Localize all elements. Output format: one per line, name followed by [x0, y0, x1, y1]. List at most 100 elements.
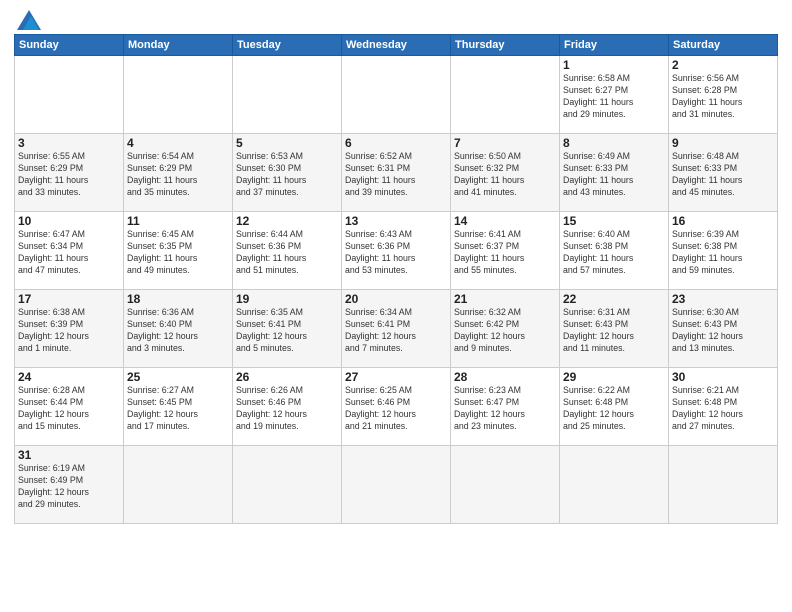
day-cell: 15Sunrise: 6:40 AM Sunset: 6:38 PM Dayli… — [560, 212, 669, 290]
day-number: 23 — [672, 292, 774, 306]
day-info: Sunrise: 6:53 AM Sunset: 6:30 PM Dayligh… — [236, 151, 338, 199]
day-number: 1 — [563, 58, 665, 72]
page: SundayMondayTuesdayWednesdayThursdayFrid… — [0, 0, 792, 612]
day-number: 22 — [563, 292, 665, 306]
weekday-header-row: SundayMondayTuesdayWednesdayThursdayFrid… — [15, 35, 778, 56]
weekday-header-thursday: Thursday — [451, 35, 560, 56]
day-number: 13 — [345, 214, 447, 228]
logo-area — [14, 10, 41, 30]
day-info: Sunrise: 6:43 AM Sunset: 6:36 PM Dayligh… — [345, 229, 447, 277]
day-cell: 28Sunrise: 6:23 AM Sunset: 6:47 PM Dayli… — [451, 368, 560, 446]
day-cell: 7Sunrise: 6:50 AM Sunset: 6:32 PM Daylig… — [451, 134, 560, 212]
day-info: Sunrise: 6:48 AM Sunset: 6:33 PM Dayligh… — [672, 151, 774, 199]
weekday-header-monday: Monday — [124, 35, 233, 56]
day-info: Sunrise: 6:35 AM Sunset: 6:41 PM Dayligh… — [236, 307, 338, 355]
day-number: 21 — [454, 292, 556, 306]
day-cell: 26Sunrise: 6:26 AM Sunset: 6:46 PM Dayli… — [233, 368, 342, 446]
day-info: Sunrise: 6:26 AM Sunset: 6:46 PM Dayligh… — [236, 385, 338, 433]
day-cell — [451, 446, 560, 524]
day-cell: 4Sunrise: 6:54 AM Sunset: 6:29 PM Daylig… — [124, 134, 233, 212]
day-cell: 14Sunrise: 6:41 AM Sunset: 6:37 PM Dayli… — [451, 212, 560, 290]
day-cell — [342, 446, 451, 524]
day-cell — [669, 446, 778, 524]
day-info: Sunrise: 6:31 AM Sunset: 6:43 PM Dayligh… — [563, 307, 665, 355]
day-info: Sunrise: 6:52 AM Sunset: 6:31 PM Dayligh… — [345, 151, 447, 199]
day-info: Sunrise: 6:40 AM Sunset: 6:38 PM Dayligh… — [563, 229, 665, 277]
day-info: Sunrise: 6:39 AM Sunset: 6:38 PM Dayligh… — [672, 229, 774, 277]
day-number: 30 — [672, 370, 774, 384]
day-info: Sunrise: 6:28 AM Sunset: 6:44 PM Dayligh… — [18, 385, 120, 433]
day-info: Sunrise: 6:45 AM Sunset: 6:35 PM Dayligh… — [127, 229, 229, 277]
week-row-4: 17Sunrise: 6:38 AM Sunset: 6:39 PM Dayli… — [15, 290, 778, 368]
day-number: 24 — [18, 370, 120, 384]
day-cell — [124, 446, 233, 524]
day-info: Sunrise: 6:41 AM Sunset: 6:37 PM Dayligh… — [454, 229, 556, 277]
day-number: 11 — [127, 214, 229, 228]
day-cell: 3Sunrise: 6:55 AM Sunset: 6:29 PM Daylig… — [15, 134, 124, 212]
calendar-table: SundayMondayTuesdayWednesdayThursdayFrid… — [14, 34, 778, 524]
day-info: Sunrise: 6:55 AM Sunset: 6:29 PM Dayligh… — [18, 151, 120, 199]
week-row-1: 1Sunrise: 6:58 AM Sunset: 6:27 PM Daylig… — [15, 56, 778, 134]
day-number: 6 — [345, 136, 447, 150]
day-cell — [560, 446, 669, 524]
day-info: Sunrise: 6:44 AM Sunset: 6:36 PM Dayligh… — [236, 229, 338, 277]
day-number: 16 — [672, 214, 774, 228]
day-number: 3 — [18, 136, 120, 150]
day-number: 7 — [454, 136, 556, 150]
day-cell: 16Sunrise: 6:39 AM Sunset: 6:38 PM Dayli… — [669, 212, 778, 290]
day-cell: 8Sunrise: 6:49 AM Sunset: 6:33 PM Daylig… — [560, 134, 669, 212]
day-cell: 30Sunrise: 6:21 AM Sunset: 6:48 PM Dayli… — [669, 368, 778, 446]
logo — [14, 10, 41, 30]
day-number: 15 — [563, 214, 665, 228]
day-cell: 20Sunrise: 6:34 AM Sunset: 6:41 PM Dayli… — [342, 290, 451, 368]
day-number: 14 — [454, 214, 556, 228]
day-cell: 24Sunrise: 6:28 AM Sunset: 6:44 PM Dayli… — [15, 368, 124, 446]
day-number: 31 — [18, 448, 120, 462]
day-number: 19 — [236, 292, 338, 306]
day-cell: 23Sunrise: 6:30 AM Sunset: 6:43 PM Dayli… — [669, 290, 778, 368]
week-row-6: 31Sunrise: 6:19 AM Sunset: 6:49 PM Dayli… — [15, 446, 778, 524]
day-info: Sunrise: 6:54 AM Sunset: 6:29 PM Dayligh… — [127, 151, 229, 199]
day-cell — [342, 56, 451, 134]
day-info: Sunrise: 6:47 AM Sunset: 6:34 PM Dayligh… — [18, 229, 120, 277]
day-info: Sunrise: 6:56 AM Sunset: 6:28 PM Dayligh… — [672, 73, 774, 121]
day-info: Sunrise: 6:38 AM Sunset: 6:39 PM Dayligh… — [18, 307, 120, 355]
day-cell — [451, 56, 560, 134]
day-info: Sunrise: 6:50 AM Sunset: 6:32 PM Dayligh… — [454, 151, 556, 199]
day-cell — [15, 56, 124, 134]
day-number: 18 — [127, 292, 229, 306]
day-cell: 1Sunrise: 6:58 AM Sunset: 6:27 PM Daylig… — [560, 56, 669, 134]
day-cell: 29Sunrise: 6:22 AM Sunset: 6:48 PM Dayli… — [560, 368, 669, 446]
weekday-header-sunday: Sunday — [15, 35, 124, 56]
weekday-header-saturday: Saturday — [669, 35, 778, 56]
day-info: Sunrise: 6:36 AM Sunset: 6:40 PM Dayligh… — [127, 307, 229, 355]
day-cell: 27Sunrise: 6:25 AM Sunset: 6:46 PM Dayli… — [342, 368, 451, 446]
day-cell: 11Sunrise: 6:45 AM Sunset: 6:35 PM Dayli… — [124, 212, 233, 290]
day-info: Sunrise: 6:27 AM Sunset: 6:45 PM Dayligh… — [127, 385, 229, 433]
day-cell: 21Sunrise: 6:32 AM Sunset: 6:42 PM Dayli… — [451, 290, 560, 368]
day-number: 29 — [563, 370, 665, 384]
day-info: Sunrise: 6:34 AM Sunset: 6:41 PM Dayligh… — [345, 307, 447, 355]
day-number: 5 — [236, 136, 338, 150]
day-cell: 17Sunrise: 6:38 AM Sunset: 6:39 PM Dayli… — [15, 290, 124, 368]
day-number: 25 — [127, 370, 229, 384]
weekday-header-wednesday: Wednesday — [342, 35, 451, 56]
week-row-5: 24Sunrise: 6:28 AM Sunset: 6:44 PM Dayli… — [15, 368, 778, 446]
day-number: 4 — [127, 136, 229, 150]
day-number: 2 — [672, 58, 774, 72]
weekday-header-friday: Friday — [560, 35, 669, 56]
day-info: Sunrise: 6:30 AM Sunset: 6:43 PM Dayligh… — [672, 307, 774, 355]
day-number: 27 — [345, 370, 447, 384]
day-info: Sunrise: 6:19 AM Sunset: 6:49 PM Dayligh… — [18, 463, 120, 511]
day-cell: 2Sunrise: 6:56 AM Sunset: 6:28 PM Daylig… — [669, 56, 778, 134]
day-cell: 13Sunrise: 6:43 AM Sunset: 6:36 PM Dayli… — [342, 212, 451, 290]
day-number: 20 — [345, 292, 447, 306]
day-cell — [124, 56, 233, 134]
day-number: 28 — [454, 370, 556, 384]
header — [14, 10, 778, 30]
day-info: Sunrise: 6:23 AM Sunset: 6:47 PM Dayligh… — [454, 385, 556, 433]
day-info: Sunrise: 6:32 AM Sunset: 6:42 PM Dayligh… — [454, 307, 556, 355]
day-info: Sunrise: 6:25 AM Sunset: 6:46 PM Dayligh… — [345, 385, 447, 433]
weekday-header-tuesday: Tuesday — [233, 35, 342, 56]
day-cell: 10Sunrise: 6:47 AM Sunset: 6:34 PM Dayli… — [15, 212, 124, 290]
